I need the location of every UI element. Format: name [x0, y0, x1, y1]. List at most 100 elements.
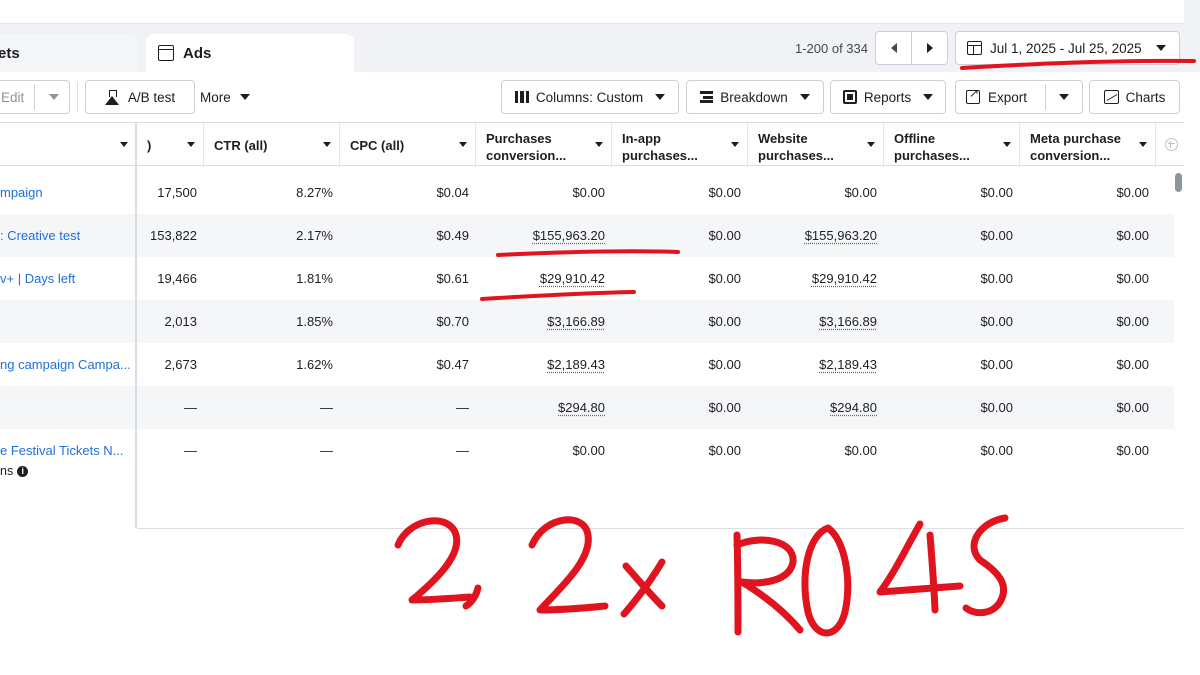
table-cell: $0.00: [612, 171, 748, 214]
frozen-column-divider: [135, 122, 137, 528]
column-header-label: CTR (all): [214, 138, 268, 153]
divider: [1045, 84, 1046, 110]
sort-dropdown-icon[interactable]: [1003, 142, 1011, 147]
tab-ads[interactable]: Ads: [146, 34, 354, 72]
table-cell: $0.00: [748, 429, 884, 472]
sort-dropdown-icon[interactable]: [1139, 142, 1147, 147]
table-cell: 2,013: [137, 300, 204, 343]
table-cell: —: [204, 429, 340, 472]
sort-dropdown-icon[interactable]: [595, 142, 603, 147]
column-header-website-purchases[interactable]: Website purchases...: [748, 123, 884, 167]
table-row[interactable]: : Creative test 153,822 2.17% $0.49 $155,963…: [0, 214, 1174, 257]
table-cell: $0.00: [884, 429, 1020, 472]
ad-name-link[interactable]: : Creative test: [0, 214, 137, 257]
vertical-scrollbar[interactable]: [1175, 173, 1182, 192]
table-cell: —: [204, 386, 340, 429]
cell-value: v+ | Days left: [0, 271, 76, 286]
ad-name-link[interactable]: [0, 300, 137, 343]
table-cell: 2.17%: [204, 214, 340, 257]
cell-value: 2.17%: [296, 228, 333, 243]
table-row[interactable]: mpaign 17,500 8.27% $0.04 $0.00 $0.00 $0.00 $0.…: [0, 171, 1174, 214]
table-cell: $0.00: [612, 429, 748, 472]
info-icon[interactable]: i: [17, 465, 29, 477]
column-header-ctr-all[interactable]: CTR (all): [204, 123, 340, 167]
table-row[interactable]: e Festival Tickets N... — — — $0.00 $0.00 $0.0…: [0, 429, 1174, 472]
charts-button[interactable]: Charts: [1089, 80, 1180, 114]
tab-ad-sets[interactable]: ets: [0, 34, 137, 72]
export-button[interactable]: Export: [955, 80, 1083, 114]
cell-value: $0.00: [1116, 271, 1149, 286]
sort-dropdown-icon[interactable]: [323, 142, 331, 147]
chevron-down-icon[interactable]: [1059, 94, 1069, 100]
ad-name-link[interactable]: [0, 386, 137, 429]
chevron-down-icon: [239, 94, 250, 100]
ad-name-link[interactable]: mpaign: [0, 171, 137, 214]
table-row[interactable]: 2,013 1.85% $0.70 $3,166.89 $0.00 $3,166.89 $0…: [0, 300, 1174, 343]
column-header-label: Meta purchase: [1030, 131, 1122, 146]
ad-name-link[interactable]: v+ | Days left: [0, 257, 137, 300]
table-cell: $0.00: [1020, 214, 1156, 257]
table-cell: 1.62%: [204, 343, 340, 386]
cell-value: 2,013: [164, 314, 197, 329]
table-cell: $3,166.89: [748, 300, 884, 343]
table-cell: $2,189.43: [748, 343, 884, 386]
previous-page-button[interactable]: [875, 31, 912, 65]
more-button[interactable]: More: [200, 80, 250, 114]
table-cell: $0.00: [884, 214, 1020, 257]
sort-dropdown-icon[interactable]: [731, 142, 739, 147]
table-bottom-border: [137, 528, 1184, 529]
sort-dropdown-icon[interactable]: [867, 142, 875, 147]
table-row[interactable]: v+ | Days left 19,466 1.81% $0.61 $29,910.42…: [0, 257, 1174, 300]
next-page-button[interactable]: [911, 31, 948, 65]
table-header: ) CTR (all) CPC (all) Purchases conversion..…: [0, 122, 1184, 167]
table-cell: $0.00: [612, 386, 748, 429]
sort-dropdown-icon[interactable]: [459, 142, 467, 147]
chevron-down-icon: [923, 94, 934, 100]
cell-value: 1.85%: [296, 314, 333, 329]
table-cell: $0.00: [476, 429, 612, 472]
table-cell: $0.00: [1020, 343, 1156, 386]
breakdown-icon: [700, 91, 714, 103]
column-header-name[interactable]: [0, 123, 137, 167]
cell-value: $0.00: [572, 443, 605, 458]
column-header-results[interactable]: ): [137, 123, 204, 167]
flask-icon: [104, 89, 119, 105]
ab-test-button[interactable]: A/B test: [85, 80, 195, 114]
edit-button[interactable]: Edit: [0, 80, 70, 114]
columns-button[interactable]: Columns: Custom: [501, 80, 679, 114]
breakdown-button[interactable]: Breakdown: [686, 80, 824, 114]
cell-value: : Creative test: [0, 228, 81, 243]
ad-name-link[interactable]: ng campaign Campa...: [0, 343, 137, 386]
table-cell: $3,166.89: [476, 300, 612, 343]
table-cell: $0.00: [884, 171, 1020, 214]
column-header-in-app-purchases[interactable]: In-app purchases...: [612, 123, 748, 167]
column-header-label: CPC (all): [350, 138, 405, 153]
table-cell: 17,500: [137, 171, 204, 214]
table-cell: 2,673: [137, 343, 204, 386]
date-range-picker[interactable]: Jul 1, 2025 - Jul 25, 2025: [955, 31, 1180, 65]
reports-button[interactable]: Reports: [830, 80, 946, 114]
column-header-meta-purchase-conversion[interactable]: Meta purchase conversion...: [1020, 123, 1156, 167]
column-header-cpc-all[interactable]: CPC (all): [340, 123, 476, 167]
footer-label: ns: [0, 464, 14, 478]
add-column-icon[interactable]: [1165, 138, 1178, 151]
table-cell: $0.00: [748, 171, 884, 214]
table-row[interactable]: — — — $294.80 $0.00 $294.80 $0.00 $0.00: [0, 386, 1174, 429]
sort-dropdown-icon[interactable]: [120, 142, 128, 147]
table-cell: $2,189.43: [476, 343, 612, 386]
cell-value: 1.62%: [296, 357, 333, 372]
breakdown-label: Breakdown: [720, 89, 788, 105]
table-cell: —: [340, 429, 476, 472]
reports-icon: [842, 90, 857, 104]
chevron-down-icon[interactable]: [49, 94, 59, 100]
columns-label: Columns: Custom: [535, 89, 644, 105]
table-row[interactable]: ng campaign Campa... 2,673 1.62% $0.47 $2,18…: [0, 343, 1174, 386]
cell-value: —: [320, 400, 333, 415]
column-header-label: In-app: [622, 131, 661, 146]
column-header-offline-purchases[interactable]: Offline purchases...: [884, 123, 1020, 167]
column-header-purchases-conversion[interactable]: Purchases conversion...: [476, 123, 612, 167]
table-cell: $155,963.20: [476, 214, 612, 257]
sort-dropdown-icon[interactable]: [187, 142, 195, 147]
cell-value: $0.00: [1116, 357, 1149, 372]
table-cell: $0.00: [884, 343, 1020, 386]
